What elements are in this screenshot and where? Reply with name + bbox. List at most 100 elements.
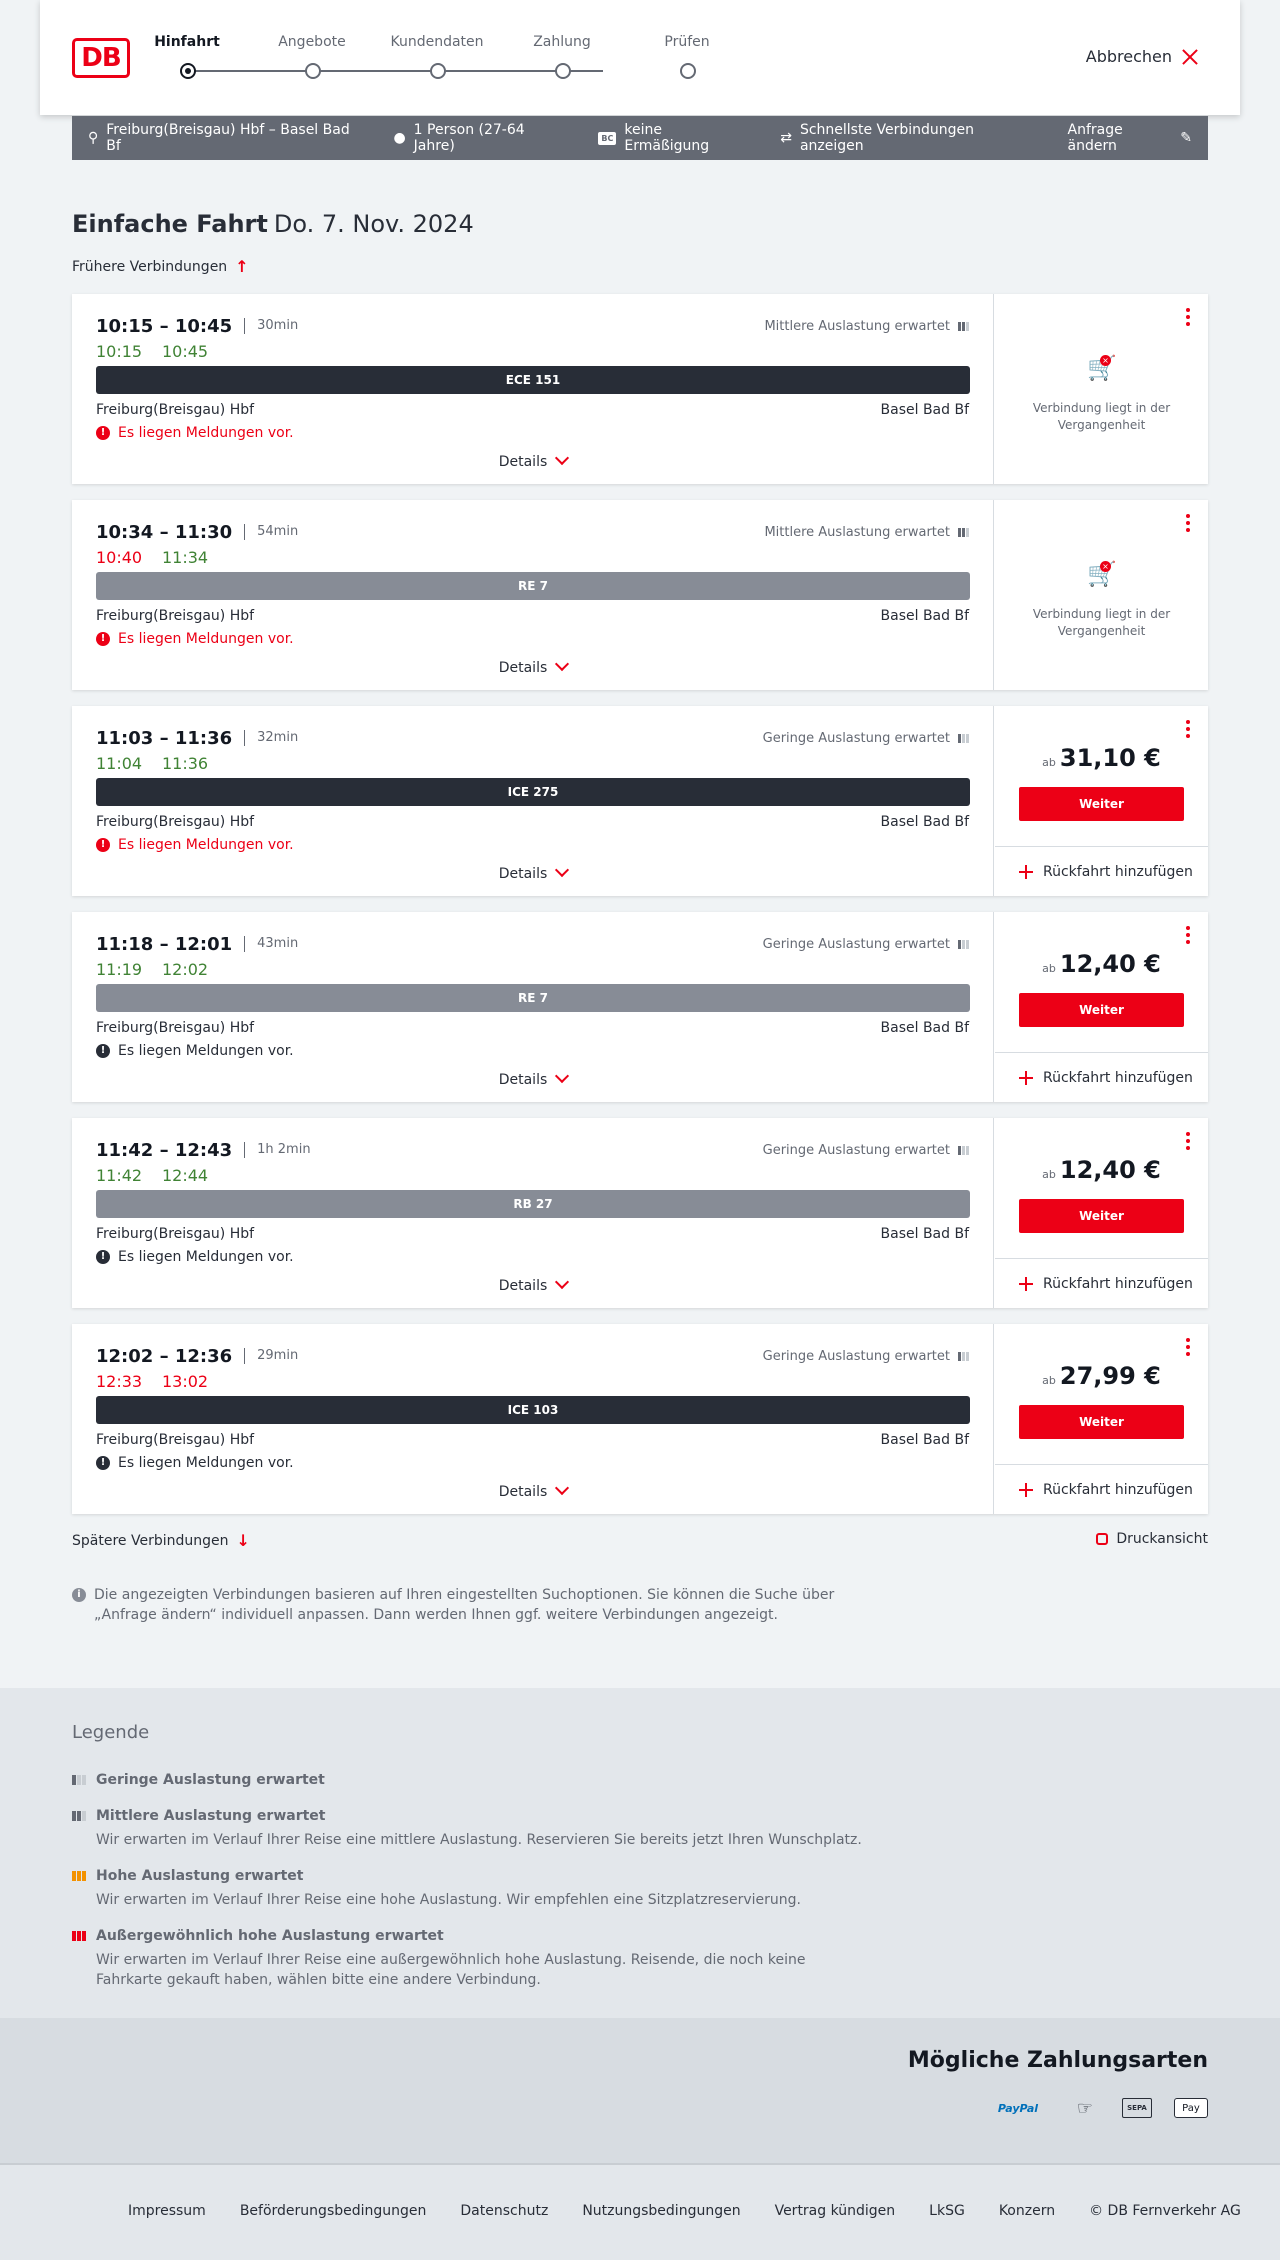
footer-link-lksg[interactable]: LkSG	[929, 2203, 965, 2219]
step-dot-icon	[180, 63, 196, 79]
payment-title: Mögliche Zahlungsarten	[907, 2048, 1208, 2073]
more-options-icon[interactable]	[1186, 308, 1190, 326]
occupancy-info[interactable]: Geringe Auslastung erwartet	[763, 937, 969, 952]
train-bar[interactable]: RE 7	[96, 984, 970, 1012]
train-bar[interactable]: ECE 151	[96, 366, 970, 394]
notice-text: Es liegen Meldungen vor.	[118, 631, 294, 647]
step-pruefen[interactable]: Prüfen	[632, 34, 742, 79]
details-toggle[interactable]: Details	[72, 1480, 994, 1500]
passenger-summary[interactable]: ● 1 Person (27-64 Jahre)	[393, 122, 564, 154]
more-options-icon[interactable]	[1186, 926, 1190, 944]
more-options-icon[interactable]	[1186, 514, 1190, 532]
cancel-button[interactable]: Abbrechen	[1086, 47, 1198, 66]
trip-date: Do. 7. Nov. 2024	[273, 210, 474, 238]
more-options-icon[interactable]	[1186, 1132, 1190, 1150]
more-options-icon[interactable]	[1186, 720, 1190, 738]
disruption-notice[interactable]: ! Es liegen Meldungen vor.	[96, 425, 294, 441]
disruption-notice[interactable]: ! Es liegen Meldungen vor.	[96, 631, 294, 647]
occupancy-info[interactable]: Geringe Auslastung erwartet	[763, 1143, 969, 1158]
more-options-icon[interactable]	[1186, 1338, 1190, 1356]
details-toggle[interactable]: Details	[72, 450, 994, 470]
discount-summary[interactable]: BC keine Ermäßigung	[598, 122, 746, 154]
add-return-button[interactable]: Rückfahrt hinzufügen	[995, 846, 1208, 896]
edit-request-label: Anfrage ändern	[1067, 122, 1123, 154]
connection-card: 11:03 – 11:36 32min 11:04 11:36 Geringe …	[72, 706, 1208, 896]
fastest-toggle[interactable]: ⇄ Schnellste Verbindungen anzeigen	[780, 122, 1033, 154]
step-kundendaten[interactable]: Kundendaten	[382, 34, 492, 79]
footer-link-nutzung[interactable]: Nutzungsbedingungen	[582, 2203, 740, 2219]
details-toggle[interactable]: Details	[72, 1068, 994, 1088]
disruption-notice[interactable]: ! Es liegen Meldungen vor.	[96, 837, 294, 853]
details-toggle[interactable]: Details	[72, 656, 994, 676]
add-return-button[interactable]: Rückfahrt hinzufügen	[995, 1464, 1208, 1514]
footer-link-datenschutz[interactable]: Datenschutz	[460, 2203, 548, 2219]
disruption-notice[interactable]: ! Es liegen Meldungen vor.	[96, 1455, 294, 1471]
edit-request-button[interactable]: Anfrage ändern ✎	[1068, 122, 1192, 154]
payment-methods-section: Mögliche Zahlungsarten PayPal ☞ SEPA Pay	[0, 2018, 1280, 2163]
alert-icon: !	[96, 1250, 110, 1264]
past-connection-text: Verbindung liegt in der Vergangenheit	[1032, 607, 1171, 638]
disruption-notice[interactable]: ! Es liegen Meldungen vor.	[96, 1043, 294, 1059]
cancel-label: Abbrechen	[1085, 47, 1172, 66]
divider	[244, 524, 246, 540]
duration: 29min	[257, 1348, 299, 1363]
connection-details: 11:03 – 11:36 32min 11:04 11:36 Geringe …	[72, 706, 994, 896]
step-hinfahrt[interactable]: Hinfahrt	[132, 34, 242, 79]
step-label: Zahlung	[533, 34, 591, 50]
step-dot-icon	[680, 63, 696, 79]
step-zahlung[interactable]: Zahlung	[507, 34, 617, 79]
price: ab 12,40 €	[995, 950, 1208, 978]
occupancy-info[interactable]: Geringe Auslastung erwartet	[763, 731, 969, 746]
disruption-notice[interactable]: ! Es liegen Meldungen vor.	[96, 1249, 294, 1265]
later-connections-link[interactable]: Spätere Verbindungen ↓	[72, 1531, 250, 1550]
realtime-departure: 11:42	[96, 1166, 143, 1185]
chevron-down-icon	[555, 1480, 570, 1496]
print-view-link[interactable]: Druckansicht	[1096, 1531, 1208, 1547]
continue-button[interactable]: Weiter	[1019, 1405, 1184, 1439]
train-bar[interactable]: RB 27	[96, 1190, 970, 1218]
duration: 1h 2min	[257, 1142, 311, 1157]
alert-icon: !	[96, 632, 110, 646]
legend-item-high: Hohe Auslastung erwartet Wir erwarten im…	[72, 1868, 872, 1910]
footer-link-konzern[interactable]: Konzern	[999, 2203, 1055, 2219]
footer-link-befoerderung[interactable]: Beförderungsbedingungen	[240, 2203, 427, 2219]
db-logo[interactable]: DB	[72, 38, 130, 78]
discount-text: keine Ermäßigung	[624, 122, 710, 154]
train-bar[interactable]: ICE 103	[96, 1396, 970, 1424]
occupancy-info[interactable]: Mittlere Auslastung erwartet	[764, 525, 969, 540]
cart-unavailable-icon: 🛒 ×	[1087, 560, 1117, 588]
scheduled-times: 10:34 – 11:30	[96, 522, 233, 543]
price-prefix: ab	[1042, 1374, 1056, 1387]
continue-button[interactable]: Weiter	[1019, 787, 1184, 821]
occupancy-info[interactable]: Mittlere Auslastung erwartet	[764, 319, 969, 334]
scheduled-times: 11:18 – 12:01	[96, 934, 233, 955]
continue-button[interactable]: Weiter	[1019, 1199, 1184, 1233]
alert-icon: !	[96, 426, 110, 440]
departure-station: Freiburg(Breisgau) Hbf	[96, 814, 255, 830]
route-summary[interactable]: ⚲ Freiburg(Breisgau) Hbf – Basel Bad Bf	[88, 122, 359, 154]
close-icon	[1182, 49, 1198, 65]
connection-details: 10:34 – 11:30 54min 10:40 11:34 Mittlere…	[72, 500, 994, 690]
footer-link-impressum[interactable]: Impressum	[128, 2203, 206, 2219]
add-return-button[interactable]: Rückfahrt hinzufügen	[995, 1258, 1208, 1308]
earlier-connections-link[interactable]: Frühere Verbindungen ↑	[72, 257, 249, 276]
alert-icon: !	[96, 1044, 110, 1058]
realtime-departure: 10:40	[96, 548, 143, 567]
occupancy-text: Geringe Auslastung erwartet	[762, 731, 950, 746]
sepa-icon: SEPA	[1122, 2098, 1152, 2118]
train-bar[interactable]: RE 7	[96, 572, 970, 600]
paypal-icon: PayPal	[997, 2101, 1039, 2115]
step-angebote[interactable]: Angebote	[257, 34, 367, 79]
add-return-label: Rückfahrt hinzufügen	[1043, 863, 1193, 880]
train-bar[interactable]: ICE 275	[96, 778, 970, 806]
pencil-icon: ✎	[1180, 130, 1192, 146]
continue-button[interactable]: Weiter	[1019, 993, 1184, 1027]
details-toggle[interactable]: Details	[72, 1274, 994, 1294]
footer: Impressum Beförderungsbedingungen Datens…	[0, 2163, 1280, 2260]
occupancy-info[interactable]: Geringe Auslastung erwartet	[763, 1349, 969, 1364]
footer-link-vertrag-kuendigen[interactable]: Vertrag kündigen	[775, 2203, 896, 2219]
price-value: 27,99 €	[1059, 1362, 1161, 1390]
details-toggle[interactable]: Details	[72, 862, 994, 882]
add-return-button[interactable]: Rückfahrt hinzufügen	[995, 1052, 1208, 1102]
apple-pay-icon: Pay	[1174, 2098, 1208, 2118]
